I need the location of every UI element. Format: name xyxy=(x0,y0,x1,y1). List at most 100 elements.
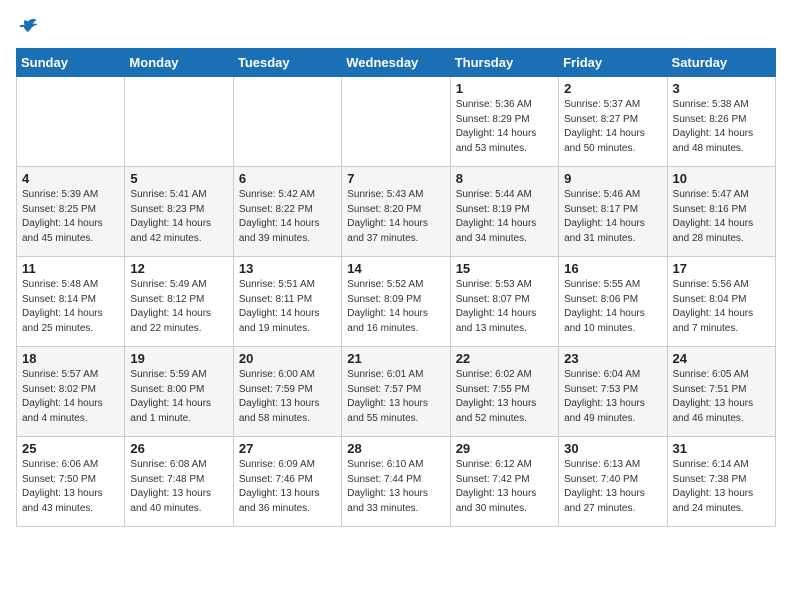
day-info: Sunrise: 6:09 AM Sunset: 7:46 PM Dayligh… xyxy=(239,458,336,516)
page-header xyxy=(16,16,776,36)
header-row: SundayMondayTuesdayWednesdayThursdayFrid… xyxy=(17,49,776,77)
calendar-cell: 7 Sunrise: 5:43 AM Sunset: 8:20 PM Daylig… xyxy=(342,167,450,257)
day-info: Sunrise: 5:36 AM Sunset: 8:29 PM Dayligh… xyxy=(456,98,553,156)
calendar-cell: 5 Sunrise: 5:41 AM Sunset: 8:23 PM Daylig… xyxy=(125,167,233,257)
calendar-cell: 30 Sunrise: 6:13 AM Sunset: 7:40 PM Dayli… xyxy=(559,437,667,527)
calendar-cell: 3Sunrise: 5:38 AM Sunset: 8:26 PM Daylig… xyxy=(667,77,775,167)
calendar-cell: 17 Sunrise: 5:56 AM Sunset: 8:04 PM Dayli… xyxy=(667,257,775,347)
calendar-cell: 8 Sunrise: 5:44 AM Sunset: 8:19 PM Daylig… xyxy=(450,167,558,257)
day-number: 11 xyxy=(22,261,119,276)
calendar-cell: 20 Sunrise: 6:00 AM Sunset: 7:59 PM Dayli… xyxy=(233,347,341,437)
calendar-cell: 16Sunrise: 5:55 AM Sunset: 8:06 PM Dayli… xyxy=(559,257,667,347)
week-row-3: 11 Sunrise: 5:48 AM Sunset: 8:14 PM Dayli… xyxy=(17,257,776,347)
day-number: 1 xyxy=(456,81,553,96)
day-number: 17 xyxy=(673,261,770,276)
calendar-cell: 19 Sunrise: 5:59 AM Sunset: 8:00 PM Dayli… xyxy=(125,347,233,437)
header-day-sunday: Sunday xyxy=(17,49,125,77)
calendar-cell: 28 Sunrise: 6:10 AM Sunset: 7:44 PM Dayli… xyxy=(342,437,450,527)
day-number: 12 xyxy=(130,261,227,276)
calendar-header: SundayMondayTuesdayWednesdayThursdayFrid… xyxy=(17,49,776,77)
calendar-body: 1 Sunrise: 5:36 AM Sunset: 8:29 PM Daylig… xyxy=(17,77,776,527)
calendar-table: SundayMondayTuesdayWednesdayThursdayFrid… xyxy=(16,48,776,527)
day-number: 7 xyxy=(347,171,444,186)
calendar-cell: 6Sunrise: 5:42 AM Sunset: 8:22 PM Daylig… xyxy=(233,167,341,257)
day-number: 19 xyxy=(130,351,227,366)
day-info: Sunrise: 6:02 AM Sunset: 7:55 PM Dayligh… xyxy=(456,368,553,426)
day-info: Sunrise: 5:46 AM Sunset: 8:17 PM Dayligh… xyxy=(564,188,661,246)
day-number: 14 xyxy=(347,261,444,276)
day-number: 31 xyxy=(673,441,770,456)
calendar-cell: 25 Sunrise: 6:06 AM Sunset: 7:50 PM Dayli… xyxy=(17,437,125,527)
calendar-cell: 18Sunrise: 5:57 AM Sunset: 8:02 PM Dayli… xyxy=(17,347,125,437)
calendar-cell: 14 Sunrise: 5:52 AM Sunset: 8:09 PM Dayli… xyxy=(342,257,450,347)
logo xyxy=(16,16,38,36)
day-number: 16 xyxy=(564,261,661,276)
header-day-wednesday: Wednesday xyxy=(342,49,450,77)
day-info: Sunrise: 6:14 AM Sunset: 7:38 PM Dayligh… xyxy=(673,458,770,516)
day-info: Sunrise: 5:49 AM Sunset: 8:12 PM Dayligh… xyxy=(130,278,227,336)
calendar-cell: 12 Sunrise: 5:49 AM Sunset: 8:12 PM Dayli… xyxy=(125,257,233,347)
day-info: Sunrise: 5:59 AM Sunset: 8:00 PM Dayligh… xyxy=(130,368,227,426)
day-info: Sunrise: 6:06 AM Sunset: 7:50 PM Dayligh… xyxy=(22,458,119,516)
week-row-1: 1 Sunrise: 5:36 AM Sunset: 8:29 PM Daylig… xyxy=(17,77,776,167)
day-info: Sunrise: 5:38 AM Sunset: 8:26 PM Dayligh… xyxy=(673,98,770,156)
day-number: 24 xyxy=(673,351,770,366)
day-info: Sunrise: 5:52 AM Sunset: 8:09 PM Dayligh… xyxy=(347,278,444,336)
day-number: 2 xyxy=(564,81,661,96)
day-info: Sunrise: 6:00 AM Sunset: 7:59 PM Dayligh… xyxy=(239,368,336,426)
day-number: 30 xyxy=(564,441,661,456)
day-number: 4 xyxy=(22,171,119,186)
week-row-2: 4 Sunrise: 5:39 AM Sunset: 8:25 PM Daylig… xyxy=(17,167,776,257)
calendar-cell: 31 Sunrise: 6:14 AM Sunset: 7:38 PM Dayli… xyxy=(667,437,775,527)
day-info: Sunrise: 6:05 AM Sunset: 7:51 PM Dayligh… xyxy=(673,368,770,426)
header-day-thursday: Thursday xyxy=(450,49,558,77)
day-info: Sunrise: 6:13 AM Sunset: 7:40 PM Dayligh… xyxy=(564,458,661,516)
day-number: 5 xyxy=(130,171,227,186)
calendar-cell: 9 Sunrise: 5:46 AM Sunset: 8:17 PM Daylig… xyxy=(559,167,667,257)
day-number: 28 xyxy=(347,441,444,456)
day-number: 21 xyxy=(347,351,444,366)
day-info: Sunrise: 5:44 AM Sunset: 8:19 PM Dayligh… xyxy=(456,188,553,246)
day-number: 23 xyxy=(564,351,661,366)
header-day-tuesday: Tuesday xyxy=(233,49,341,77)
day-info: Sunrise: 6:08 AM Sunset: 7:48 PM Dayligh… xyxy=(130,458,227,516)
day-info: Sunrise: 6:04 AM Sunset: 7:53 PM Dayligh… xyxy=(564,368,661,426)
header-day-friday: Friday xyxy=(559,49,667,77)
calendar-cell: 27 Sunrise: 6:09 AM Sunset: 7:46 PM Dayli… xyxy=(233,437,341,527)
day-number: 22 xyxy=(456,351,553,366)
day-info: Sunrise: 5:39 AM Sunset: 8:25 PM Dayligh… xyxy=(22,188,119,246)
day-info: Sunrise: 5:57 AM Sunset: 8:02 PM Dayligh… xyxy=(22,368,119,426)
calendar-cell xyxy=(342,77,450,167)
day-number: 25 xyxy=(22,441,119,456)
calendar-cell xyxy=(125,77,233,167)
calendar-cell: 24 Sunrise: 6:05 AM Sunset: 7:51 PM Dayli… xyxy=(667,347,775,437)
calendar-cell: 10Sunrise: 5:47 AM Sunset: 8:16 PM Dayli… xyxy=(667,167,775,257)
calendar-cell: 21 Sunrise: 6:01 AM Sunset: 7:57 PM Dayli… xyxy=(342,347,450,437)
day-info: Sunrise: 5:48 AM Sunset: 8:14 PM Dayligh… xyxy=(22,278,119,336)
calendar-cell: 29Sunrise: 6:12 AM Sunset: 7:42 PM Dayli… xyxy=(450,437,558,527)
day-number: 9 xyxy=(564,171,661,186)
day-number: 13 xyxy=(239,261,336,276)
day-number: 29 xyxy=(456,441,553,456)
calendar-cell: 11 Sunrise: 5:48 AM Sunset: 8:14 PM Dayli… xyxy=(17,257,125,347)
day-info: Sunrise: 6:10 AM Sunset: 7:44 PM Dayligh… xyxy=(347,458,444,516)
week-row-5: 25 Sunrise: 6:06 AM Sunset: 7:50 PM Dayli… xyxy=(17,437,776,527)
day-number: 20 xyxy=(239,351,336,366)
calendar-cell: 2Sunrise: 5:37 AM Sunset: 8:27 PM Daylig… xyxy=(559,77,667,167)
day-info: Sunrise: 5:56 AM Sunset: 8:04 PM Dayligh… xyxy=(673,278,770,336)
day-number: 27 xyxy=(239,441,336,456)
header-day-saturday: Saturday xyxy=(667,49,775,77)
calendar-cell: 26 Sunrise: 6:08 AM Sunset: 7:48 PM Dayli… xyxy=(125,437,233,527)
day-number: 8 xyxy=(456,171,553,186)
day-number: 26 xyxy=(130,441,227,456)
day-number: 15 xyxy=(456,261,553,276)
day-info: Sunrise: 5:43 AM Sunset: 8:20 PM Dayligh… xyxy=(347,188,444,246)
calendar-cell: 13Sunrise: 5:51 AM Sunset: 8:11 PM Dayli… xyxy=(233,257,341,347)
calendar-cell: 23 Sunrise: 6:04 AM Sunset: 7:53 PM Dayli… xyxy=(559,347,667,437)
day-info: Sunrise: 5:53 AM Sunset: 8:07 PM Dayligh… xyxy=(456,278,553,336)
day-info: Sunrise: 5:41 AM Sunset: 8:23 PM Dayligh… xyxy=(130,188,227,246)
calendar-cell xyxy=(233,77,341,167)
day-info: Sunrise: 6:01 AM Sunset: 7:57 PM Dayligh… xyxy=(347,368,444,426)
calendar-cell: 4 Sunrise: 5:39 AM Sunset: 8:25 PM Daylig… xyxy=(17,167,125,257)
logo-bird-icon xyxy=(18,16,38,36)
